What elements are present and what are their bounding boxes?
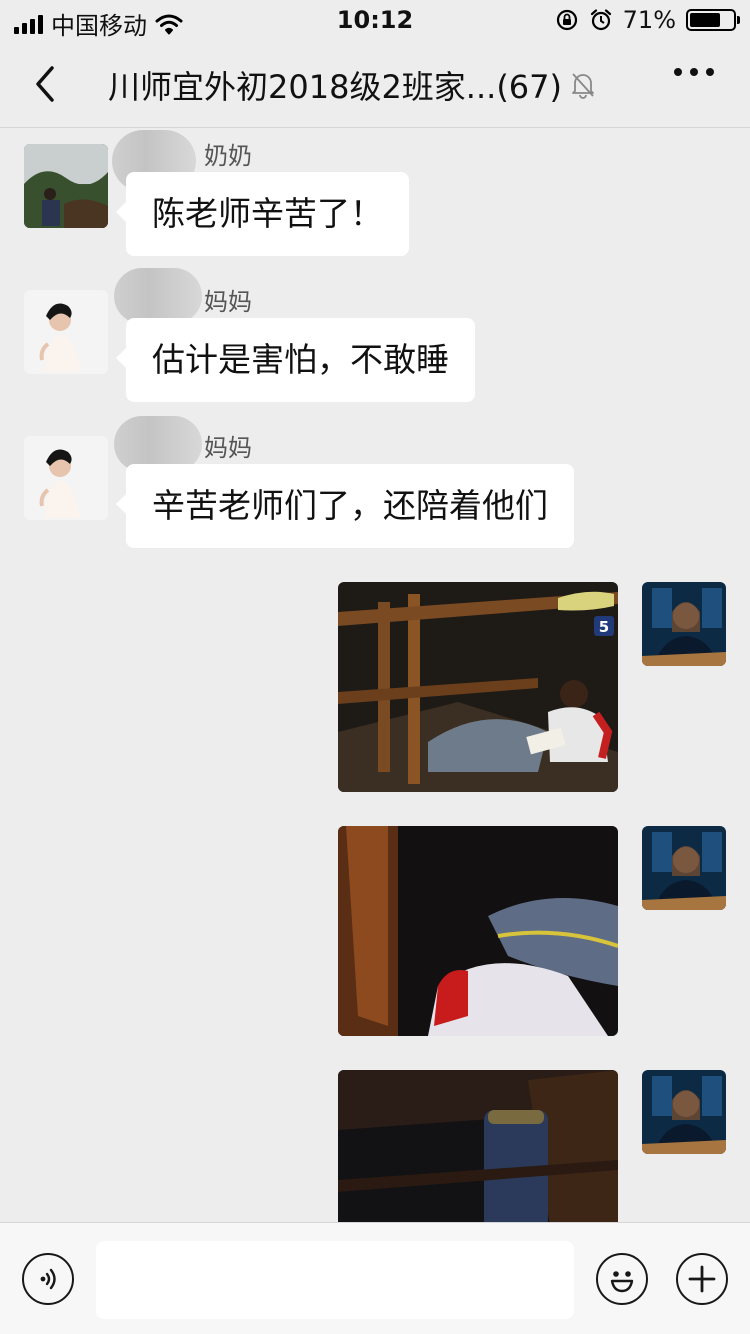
sender-name: 妈妈 bbox=[204, 434, 252, 462]
bell-off-icon bbox=[572, 73, 594, 99]
message-bubble[interactable]: 估计是害怕，不敢睡 bbox=[116, 318, 475, 402]
avatar[interactable] bbox=[642, 1070, 726, 1154]
avatar[interactable] bbox=[642, 582, 726, 666]
chevron-left-icon[interactable] bbox=[28, 62, 68, 106]
chat-header: 川师宜外初2018级2班家...(67) bbox=[0, 40, 750, 128]
chat-title: 川师宜外初2018级2班家...(67) bbox=[108, 68, 563, 106]
bed-number-badge: 5 bbox=[599, 618, 609, 636]
message-bubble[interactable]: 陈老师辛苦了！ bbox=[116, 172, 409, 256]
voice-icon[interactable] bbox=[22, 1253, 74, 1305]
photo-message[interactable] bbox=[338, 1070, 618, 1222]
input-bar bbox=[0, 1222, 750, 1334]
message-list: 奶奶 陈老师辛苦了！ 妈妈 估计是害怕，不敢睡 妈妈 辛苦老师们了，还陪着他们 bbox=[0, 128, 750, 1222]
more-dots-icon[interactable] bbox=[674, 68, 714, 76]
plus-icon[interactable] bbox=[676, 1253, 728, 1305]
photo-message[interactable] bbox=[338, 826, 618, 1036]
sender-name-blur bbox=[114, 268, 202, 324]
photo-message[interactable]: 5 bbox=[338, 582, 618, 792]
avatar[interactable] bbox=[642, 826, 726, 910]
sender-name: 奶奶 bbox=[204, 142, 252, 170]
sender-name: 妈妈 bbox=[204, 288, 252, 316]
status-bar: 中国移动 10:12 71% bbox=[0, 0, 750, 40]
avatar[interactable] bbox=[24, 290, 108, 374]
message-input[interactable] bbox=[96, 1241, 574, 1319]
alarm-icon bbox=[590, 9, 611, 31]
emoji-icon[interactable] bbox=[596, 1253, 648, 1305]
message-bubble[interactable]: 辛苦老师们了，还陪着他们 bbox=[116, 464, 574, 548]
chat-title-wrapper[interactable]: 川师宜外初2018级2班家...(67) bbox=[108, 62, 596, 108]
avatar[interactable] bbox=[24, 436, 108, 520]
avatar[interactable] bbox=[24, 144, 108, 228]
rotation-lock-icon bbox=[556, 9, 577, 31]
battery-percent: 71% bbox=[622, 6, 676, 34]
battery-icon bbox=[686, 9, 740, 31]
